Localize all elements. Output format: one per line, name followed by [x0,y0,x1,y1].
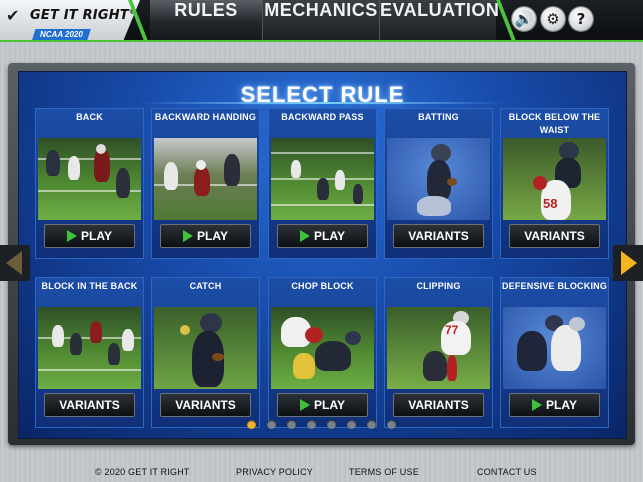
copyright-text: © 2020 GET IT RIGHT [95,467,190,477]
rule-thumbnail [271,307,374,389]
tab-evaluation[interactable]: EVALUATION [380,0,499,40]
page-dot-3[interactable] [286,420,296,429]
rule-thumbnail [38,138,141,220]
play-icon [67,230,78,242]
rule-thumbnail [387,138,490,220]
play-button[interactable]: PLAY [160,224,251,248]
previous-page-button[interactable] [0,245,30,281]
terms-of-use-link[interactable]: TERMS OF USE [349,467,419,477]
play-icon [300,230,311,242]
chevron-left-icon [6,251,22,275]
pagination-dots [0,414,643,433]
play-icon [183,230,194,242]
top-bar: ✔ GET IT RIGHT® NCAA 2020 RULES MECHANIC… [0,0,643,41]
rule-card-title: BLOCK BELOW THE WAIST [508,112,601,135]
rule-thumbnail [271,138,374,220]
page-title: SELECT RULE [240,82,405,107]
rule-thumbnail [38,307,141,389]
page-dot-6[interactable] [347,420,357,429]
rule-card-title: BACKWARD PASS [281,112,364,122]
rule-thumbnail [154,138,257,220]
page-dot-1[interactable] [246,420,256,429]
rule-card-title: BACK [76,112,103,122]
variants-button[interactable]: VARIANTS [509,224,600,248]
rule-grid-panel: SELECT RULE BACK PLAY BACKWARD HANDING P… [18,71,627,439]
rule-card-catch[interactable]: CATCH VARIANTS [151,277,260,428]
footer: © 2020 GET IT RIGHT PRIVACY POLICY TERMS… [0,462,643,482]
privacy-policy-link[interactable]: PRIVACY POLICY [236,467,313,477]
rule-thumbnail [503,307,606,389]
rule-card-title: DEFENSIVE BLOCKING [501,281,608,291]
rule-card-title: BLOCK IN THE BACK [41,281,138,291]
tab-rules[interactable]: RULES [150,0,263,40]
play-icon [532,399,543,411]
title-glow [139,102,506,104]
logo-text: GET IT RIGHT® [30,8,137,23]
rule-card-backward-pass[interactable]: BACKWARD PASS PLAY [268,108,377,259]
page-dot-4[interactable] [306,420,316,429]
rule-card-defensive-blocking[interactable]: DEFENSIVE BLOCKING PLAY [500,277,609,428]
contact-us-link[interactable]: CONTACT US [477,467,537,477]
logo: ✔ GET IT RIGHT® NCAA 2020 [0,0,140,41]
rule-card-chop-block[interactable]: CHOP BLOCK PLAY [268,277,377,428]
next-page-button[interactable] [613,245,643,281]
volume-icon[interactable]: 🔊 [512,7,536,31]
rule-card-clipping[interactable]: CLIPPING 77 VARIANTS [384,277,493,428]
page-dot-8[interactable] [387,420,397,429]
rule-card-title: BACKWARD HANDING [154,112,257,122]
rule-thumbnail: 77 [387,307,490,389]
play-icon [300,399,311,411]
settings-icon[interactable]: ⚙ [541,7,565,31]
page-dot-2[interactable] [266,420,276,429]
page-dot-7[interactable] [367,420,377,429]
jersey-number: 77 [445,323,459,337]
rule-card-title: CATCH [189,281,222,291]
rule-card-title: CHOP BLOCK [291,281,354,291]
chevron-right-icon [621,251,637,275]
rule-card-backward-handing[interactable]: BACKWARD HANDING PLAY [151,108,260,259]
page-dot-5[interactable] [327,420,337,429]
tab-mechanics[interactable]: MECHANICS [263,0,380,40]
rule-card-back[interactable]: BACK PLAY [35,108,144,259]
help-icon[interactable]: ? [569,7,593,31]
variants-button[interactable]: VARIANTS [393,224,484,248]
rule-card-title: CLIPPING [416,281,461,291]
rule-card-block-below-the-waist[interactable]: BLOCK BELOW THE WAIST 58 VARIANTS [500,108,609,259]
play-button[interactable]: PLAY [277,224,368,248]
rule-thumbnail [154,307,257,389]
logo-subtitle: NCAA 2020 [32,29,91,40]
checkmark-icon: ✔ [6,6,20,25]
rule-selection-frame: SELECT RULE BACK PLAY BACKWARD HANDING P… [8,63,635,445]
rule-card-batting[interactable]: BATTING VARIANTS [384,108,493,259]
play-button[interactable]: PLAY [44,224,135,248]
rule-card-block-in-the-back[interactable]: BLOCK IN THE BACK VARIANTS [35,277,144,428]
header-accent-line [0,40,643,42]
rule-thumbnail: 58 [503,138,606,220]
rule-card-title: BATTING [418,112,459,122]
jersey-number: 58 [543,196,558,211]
